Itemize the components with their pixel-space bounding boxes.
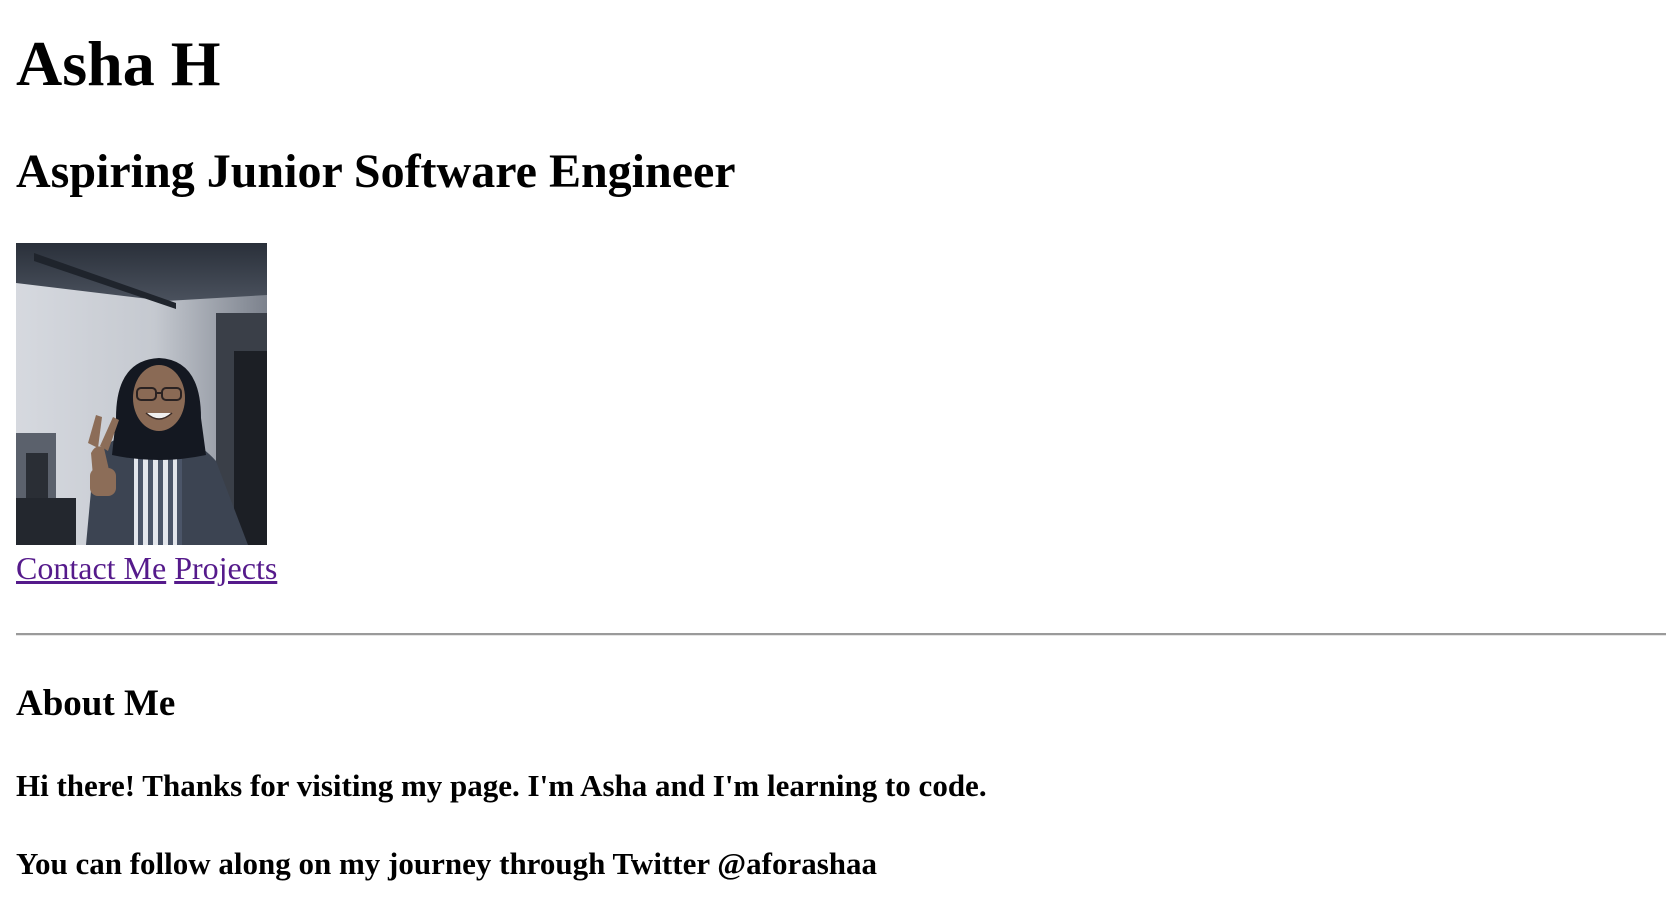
profile-photo-image <box>16 243 267 545</box>
nav-links: Contact Me Projects <box>16 548 277 588</box>
about-twitter-text: You can follow along on my journey throu… <box>16 846 878 881</box>
page-title: Asha H <box>16 28 221 99</box>
projects-link[interactable]: Projects <box>174 550 277 586</box>
profile-photo <box>16 243 267 545</box>
page-subtitle: Aspiring Junior Software Engineer <box>16 145 736 198</box>
about-heading: About Me <box>16 683 176 724</box>
contact-me-link[interactable]: Contact Me <box>16 550 166 586</box>
section-divider <box>16 633 1666 636</box>
about-intro-text: Hi there! Thanks for visiting my page. I… <box>16 768 987 803</box>
